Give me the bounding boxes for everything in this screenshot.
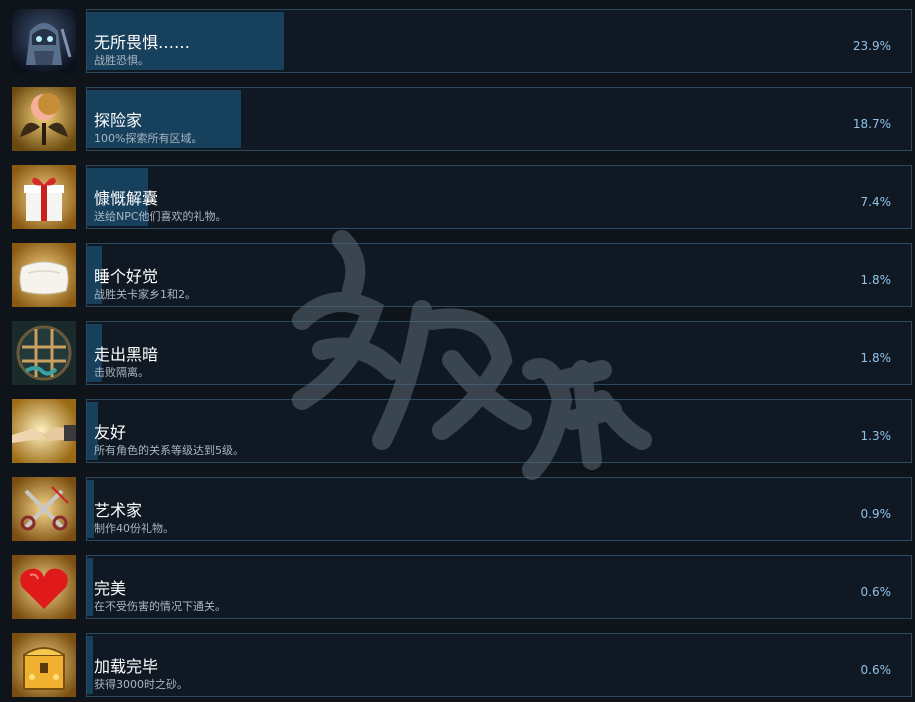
achievement-row[interactable]: 友好 所有角色的关系等级达到5级。 1.3% bbox=[0, 399, 915, 465]
unlock-percentage: 1.3% bbox=[860, 429, 892, 443]
ghost-knight-icon bbox=[12, 9, 76, 73]
achievement-description: 送给NPC他们喜欢的礼物。 bbox=[94, 210, 227, 223]
achievement-title: 友好 bbox=[94, 423, 127, 442]
unlock-percentage: 1.8% bbox=[860, 351, 892, 365]
unlock-percentage: 23.9% bbox=[852, 39, 891, 53]
achievement-panel: 慷慨解囊 送给NPC他们喜欢的礼物。 7.4% bbox=[86, 165, 912, 229]
achievement-title: 慷慨解囊 bbox=[94, 189, 159, 208]
unlock-percentage: 0.6% bbox=[860, 663, 892, 677]
achievement-row[interactable]: 睡个好觉 战胜关卡家乡1和2。 1.8% bbox=[0, 243, 915, 309]
gift-box-icon bbox=[12, 165, 76, 229]
achievement-row[interactable]: 艺术家 制作40份礼物。 0.9% bbox=[0, 477, 915, 543]
crescent-moon-wings-icon bbox=[12, 87, 76, 151]
treasure-chest-icon bbox=[12, 633, 76, 697]
unlock-percentage: 18.7% bbox=[852, 117, 891, 131]
achievement-row[interactable]: 慷慨解囊 送给NPC他们喜欢的礼物。 7.4% bbox=[0, 165, 915, 231]
achievement-title: 完美 bbox=[94, 579, 127, 598]
achievement-row[interactable]: 无所畏惧…… 战胜恐惧。 23.9% bbox=[0, 9, 915, 75]
achievement-title: 走出黑暗 bbox=[94, 345, 159, 364]
heart-icon bbox=[12, 555, 76, 619]
achievement-description: 获得3000时之砂。 bbox=[94, 678, 188, 691]
achievement-panel: 友好 所有角色的关系等级达到5级。 1.3% bbox=[86, 399, 912, 463]
achievement-panel: 加载完毕 获得3000时之砂。 0.6% bbox=[86, 633, 912, 697]
achievement-description: 在不受伤害的情况下通关。 bbox=[94, 600, 226, 613]
achievement-title: 无所畏惧…… bbox=[94, 33, 191, 52]
achievement-row[interactable]: 加载完毕 获得3000时之砂。 0.6% bbox=[0, 633, 915, 699]
achievement-panel: 睡个好觉 战胜关卡家乡1和2。 1.8% bbox=[86, 243, 912, 307]
achievement-description: 100%探索所有区域。 bbox=[94, 132, 203, 145]
achievement-description: 所有角色的关系等级达到5级。 bbox=[94, 444, 244, 457]
unlock-progress-bar bbox=[87, 636, 93, 694]
unlock-percentage: 0.9% bbox=[860, 507, 892, 521]
achievement-row[interactable]: 探险家 100%探索所有区域。 18.7% bbox=[0, 87, 915, 153]
achievement-description: 战胜恐惧。 bbox=[94, 54, 149, 67]
achievement-title: 探险家 bbox=[94, 111, 143, 130]
achievement-row[interactable]: 完美 在不受伤害的情况下通关。 0.6% bbox=[0, 555, 915, 621]
achievement-panel: 探险家 100%探索所有区域。 18.7% bbox=[86, 87, 912, 151]
unlock-progress-bar bbox=[87, 480, 94, 538]
achievement-description: 击败隔离。 bbox=[94, 366, 149, 379]
achievement-description: 战胜关卡家乡1和2。 bbox=[94, 288, 196, 301]
unlock-percentage: 0.6% bbox=[860, 585, 892, 599]
scissors-icon bbox=[12, 477, 76, 541]
unlock-percentage: 7.4% bbox=[860, 195, 892, 209]
achievement-description: 制作40份礼物。 bbox=[94, 522, 174, 535]
achievement-list: 无所畏惧…… 战胜恐惧。 23.9% 探险家 100%探索所有区域。 18.7%… bbox=[0, 0, 915, 702]
cage-icon bbox=[12, 321, 76, 385]
achievement-title: 加载完毕 bbox=[94, 657, 159, 676]
handshake-icon bbox=[12, 399, 76, 463]
achievement-panel: 完美 在不受伤害的情况下通关。 0.6% bbox=[86, 555, 912, 619]
achievement-panel: 无所畏惧…… 战胜恐惧。 23.9% bbox=[86, 9, 912, 73]
unlock-progress-bar bbox=[87, 558, 93, 616]
achievement-title: 艺术家 bbox=[94, 501, 143, 520]
achievement-panel: 艺术家 制作40份礼物。 0.9% bbox=[86, 477, 912, 541]
achievement-row[interactable]: 走出黑暗 击败隔离。 1.8% bbox=[0, 321, 915, 387]
achievement-title: 睡个好觉 bbox=[94, 267, 159, 286]
achievement-panel: 走出黑暗 击败隔离。 1.8% bbox=[86, 321, 912, 385]
unlock-percentage: 1.8% bbox=[860, 273, 892, 287]
pillow-icon bbox=[12, 243, 76, 307]
